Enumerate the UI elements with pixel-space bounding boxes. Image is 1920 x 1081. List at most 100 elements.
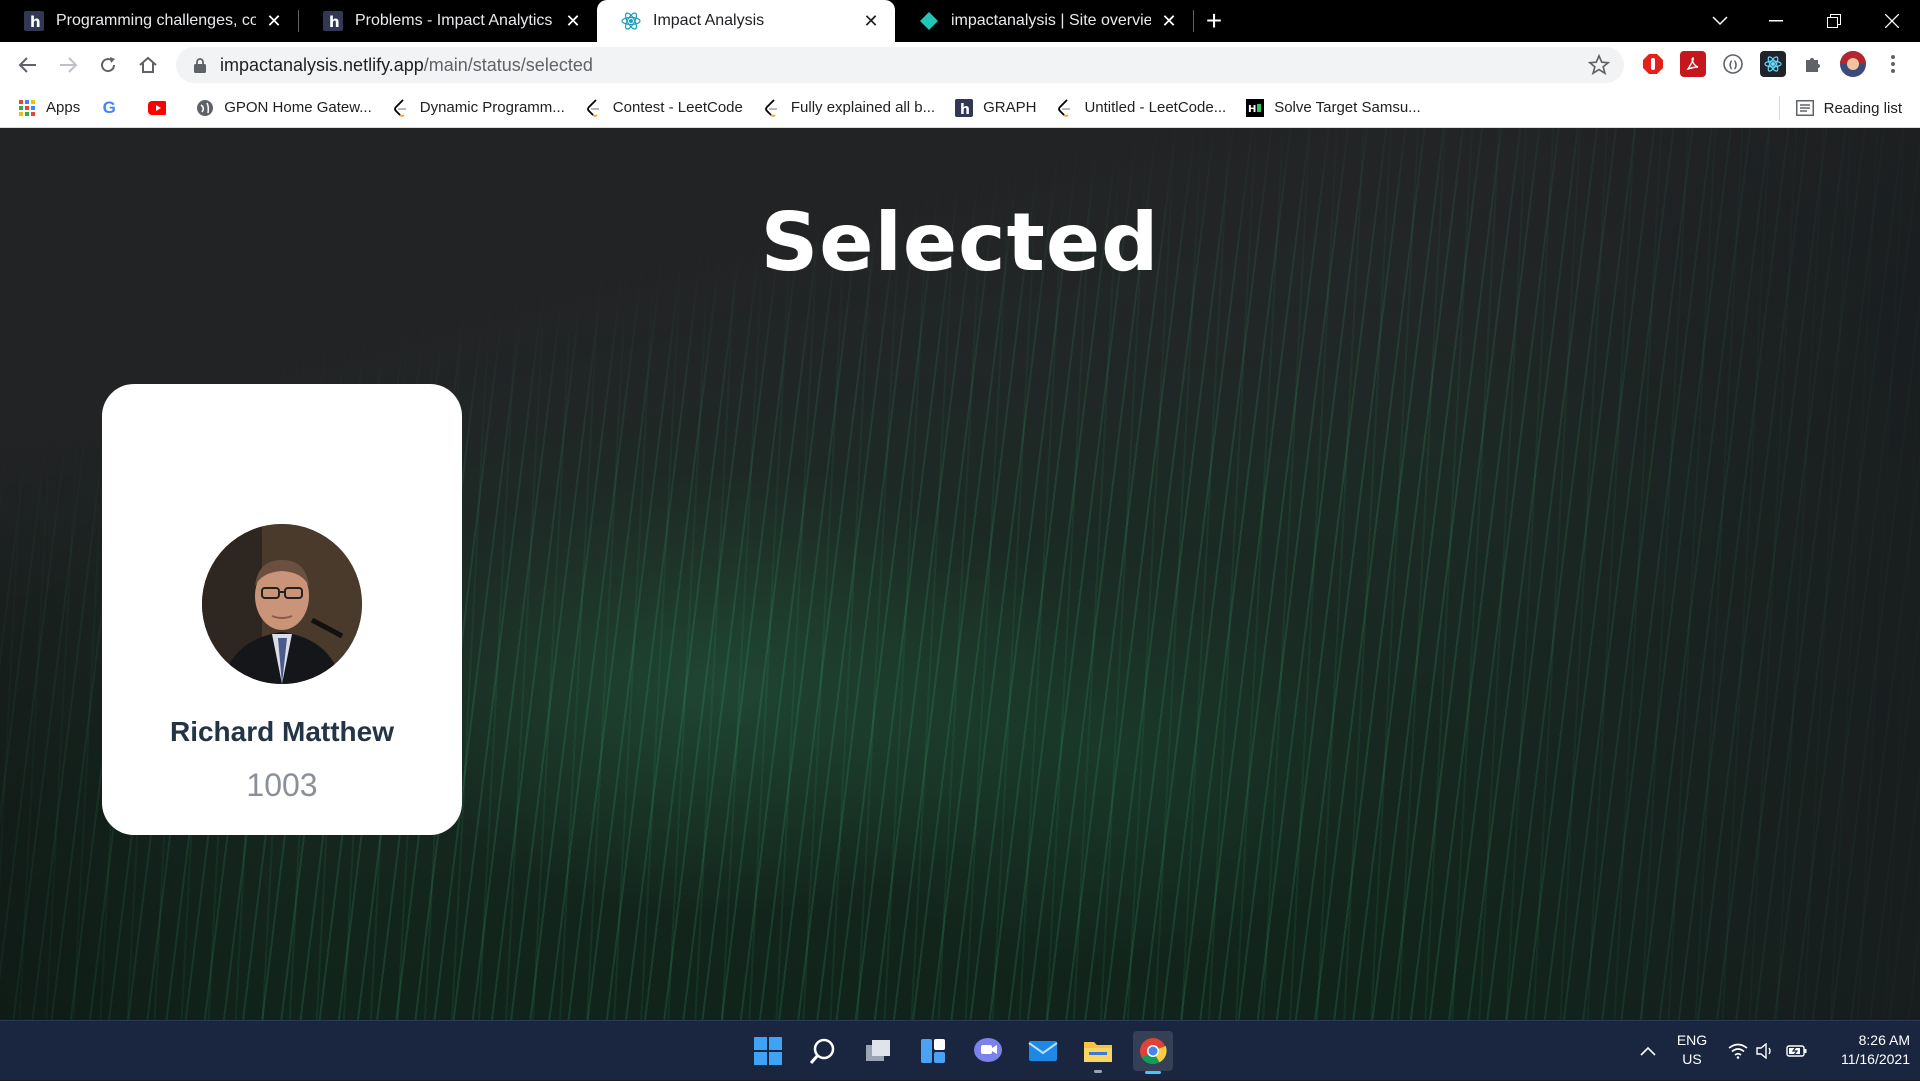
file-explorer-icon[interactable] [1078, 1031, 1118, 1073]
close-icon[interactable]: ✕ [563, 11, 583, 31]
language-code: ENG [1676, 1032, 1708, 1048]
page-title: Selected [760, 196, 1160, 289]
svg-text:H: H [1248, 104, 1256, 115]
tab-site-overview[interactable]: impactanalysis | Site overview ✕ [895, 0, 1193, 42]
tab-strip: h Programming challenges, coding ✕ h Pro… [0, 0, 1920, 42]
google-icon: G [102, 97, 116, 117]
reading-list-label: Reading list [1823, 99, 1902, 117]
search-icon[interactable] [803, 1031, 843, 1071]
bookmark-label: GRAPH [983, 99, 1037, 116]
bookmark-youtube[interactable] [148, 99, 176, 117]
home-button[interactable] [128, 45, 168, 85]
globe-icon [196, 99, 214, 117]
new-tab-button[interactable]: + [1194, 0, 1234, 42]
tab-search-chevron-icon[interactable] [1692, 0, 1748, 42]
battery-icon[interactable] [1786, 1021, 1808, 1081]
svg-text:h: h [960, 102, 970, 117]
bookmark-label: Dynamic Programm... [419, 99, 565, 116]
bookmark-solve-target-samsung[interactable]: H Solve Target Samsu... [1246, 98, 1421, 117]
address-bar[interactable]: impactanalysis.netlify.app/main/status/s… [176, 47, 1624, 83]
region-code: US [1682, 1051, 1702, 1067]
bookmark-untitled-leetcode[interactable]: Untitled - LeetCode... [1056, 98, 1227, 117]
reading-list-button[interactable]: Reading list [1795, 88, 1902, 128]
bookmark-dynamic-programming[interactable]: Dynamic Programm... [392, 98, 565, 117]
bookmark-google[interactable]: G [100, 97, 128, 117]
browser-toolbar: impactanalysis.netlify.app/main/status/s… [0, 42, 1920, 88]
task-view-icon[interactable] [858, 1031, 898, 1071]
chrome-taskbar-icon[interactable] [1133, 1031, 1173, 1074]
profile-avatar[interactable] [1840, 51, 1866, 77]
netlify-icon [919, 11, 939, 31]
puzzle-extensions-icon[interactable] [1800, 51, 1826, 77]
tab-impact-analysis[interactable]: Impact Analysis ✕ [597, 0, 895, 42]
restore-button[interactable] [1806, 0, 1862, 42]
teams-chat-icon[interactable] [968, 1031, 1008, 1071]
forward-button[interactable] [48, 45, 88, 85]
clock-time: 8:26 AM [1858, 1032, 1910, 1048]
close-icon[interactable]: ✕ [1159, 11, 1179, 31]
bookmark-label: Apps [46, 99, 81, 116]
bookmark-label: Fully explained all b... [790, 99, 936, 116]
hackerrank-icon: H [1246, 98, 1265, 117]
leetcode-icon [392, 98, 410, 117]
adblock-extension-icon[interactable] [1640, 51, 1666, 77]
hackerearth-icon: h [955, 98, 974, 117]
show-hidden-icons-chevron-icon[interactable] [1640, 1021, 1656, 1081]
input-language-indicator[interactable]: ENG US [1660, 1031, 1724, 1069]
circle-extension-icon[interactable]: () [1720, 51, 1746, 77]
system-clock[interactable]: 8:26 AM 11/16/2021 [1816, 1031, 1910, 1069]
close-icon[interactable]: ✕ [861, 11, 881, 31]
bookmark-label: Contest - LeetCode [612, 99, 743, 116]
url-host: impactanalysis.netlify.app [220, 54, 424, 75]
bookmark-star-icon[interactable] [1587, 53, 1611, 81]
react-icon [621, 11, 641, 31]
candidate-name: Richard Matthew [169, 716, 395, 747]
reload-button[interactable] [88, 45, 128, 85]
bookmark-label: GPON Home Gatew... [224, 99, 372, 116]
react-devtools-icon[interactable] [1760, 51, 1786, 77]
bookmarks-divider [1779, 96, 1780, 120]
page-content: Selected Richard Matthew 1003 [0, 128, 1920, 1020]
bookmark-gpon[interactable]: GPON Home Gatew... [196, 99, 372, 117]
svg-text:h: h [329, 13, 340, 31]
volume-icon[interactable] [1756, 1021, 1776, 1081]
leetcode-icon [763, 98, 781, 117]
candidate-id: 1003 [246, 767, 318, 803]
tab-programming-challenges[interactable]: h Programming challenges, coding ✕ [0, 0, 298, 42]
candidate-avatar [202, 524, 362, 684]
widgets-icon[interactable] [913, 1031, 953, 1071]
clock-date: 11/16/2021 [1840, 1051, 1910, 1067]
svg-text:(): () [1729, 60, 1738, 71]
bookmark-label: Solve Target Samsu... [1274, 99, 1421, 116]
leetcode-icon [585, 98, 603, 117]
bookmark-label: Untitled - LeetCode... [1084, 99, 1227, 116]
url-path: /main/status/selected [423, 54, 593, 75]
candidate-card[interactable]: Richard Matthew 1003 [102, 384, 462, 835]
minimize-button[interactable] [1748, 0, 1804, 42]
bookmark-contest-leetcode[interactable]: Contest - LeetCode [585, 98, 743, 117]
running-indicator [1094, 1070, 1102, 1073]
active-indicator [1145, 1071, 1161, 1074]
lock-icon[interactable] [190, 55, 210, 75]
tab-problems-impact-analytics[interactable]: h Problems - Impact Analytics Soft ✕ [299, 0, 597, 42]
close-window-button[interactable] [1864, 0, 1920, 42]
mail-icon[interactable] [1023, 1031, 1063, 1071]
bookmark-graph[interactable]: h GRAPH [955, 98, 1037, 117]
tab-title: Programming challenges, coding [56, 12, 256, 29]
kebab-menu-icon[interactable] [1880, 51, 1906, 77]
close-icon[interactable]: ✕ [264, 11, 284, 31]
tab-title: Impact Analysis [653, 12, 765, 29]
back-button[interactable] [8, 45, 48, 85]
pdf-extension-icon[interactable] [1680, 51, 1706, 77]
tab-title: impactanalysis | Site overview [951, 12, 1151, 29]
windows-start-icon[interactable] [748, 1031, 788, 1071]
bookmarks-bar: Apps G GPON Home Gatew... Dynamic Progra… [0, 88, 1920, 128]
bookmark-apps[interactable]: Apps [18, 99, 80, 117]
windows-taskbar: ENG US 8:26 AM 11/16/2021 [0, 1020, 1920, 1080]
hackerearth-icon: h [24, 11, 44, 31]
hackerearth-icon: h [323, 11, 343, 31]
tab-title: Problems - Impact Analytics Soft [355, 12, 555, 29]
reading-list-icon [1795, 100, 1814, 116]
wifi-icon[interactable] [1728, 1021, 1748, 1081]
bookmark-fully-explained[interactable]: Fully explained all b... [763, 98, 936, 117]
